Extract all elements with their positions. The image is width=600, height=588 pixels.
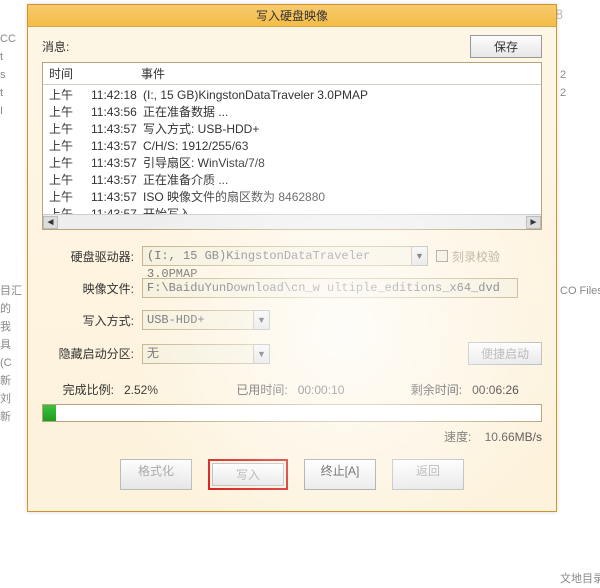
percent-label: 完成比例: [42, 381, 114, 398]
log-header-event: 事件 [141, 65, 165, 82]
method-row: 写入方式: USB-HDD+ ▼ [42, 310, 542, 330]
drive-row: 硬盘驱动器: (I:, 15 GB)KingstonDataTraveler 3… [42, 246, 542, 266]
scroll-track[interactable] [58, 216, 526, 229]
progress-info-row: 完成比例: 2.52% 已用时间: 00:00:10 剩余时间: 00:06:2… [42, 381, 542, 398]
verify-label: 刻录校验 [452, 248, 500, 265]
hidden-value: 无 [142, 344, 254, 364]
background-left-text: CC t s t I 目汇 的 我 具 (C 新 刘 新 [0, 30, 25, 426]
image-value: F:\BaiduYunDownload\cn_w ultiple_edition… [142, 278, 518, 298]
speed-value: 10.66MB/s [485, 430, 542, 444]
hidden-row: 隐藏启动分区: 无 ▼ 便捷启动 [42, 342, 542, 365]
save-button[interactable]: 保存 [470, 35, 542, 58]
elapsed-label: 已用时间: [236, 381, 287, 398]
verify-checkbox[interactable] [436, 250, 448, 262]
log-row: 上午11:43:57写入方式: USB-HDD+ [49, 121, 541, 138]
message-label: 消息: [42, 38, 69, 55]
progress-bar [42, 404, 542, 422]
log-row: 上午11:43:56正在准备数据 ... [49, 104, 541, 121]
remain-label: 剩余时间: [411, 381, 462, 398]
horizontal-scrollbar[interactable]: ◄ ► [43, 214, 541, 229]
drive-value: (I:, 15 GB)KingstonDataTraveler 3.0PMAP [142, 246, 412, 266]
log-header-time: 时间 [49, 65, 141, 82]
percent-value: 2.52% [124, 383, 170, 397]
write-disk-image-dialog: 写入硬盘映像 消息: 保存 时间 事件 上午11:42:18(I:, 15 GB… [27, 4, 557, 512]
scroll-left-arrow[interactable]: ◄ [43, 216, 58, 229]
log-rows: 上午11:42:18(I:, 15 GB)KingstonDataTravele… [43, 85, 541, 225]
log-row: 上午11:43:57ISO 映像文件的扇区数为 8462880 [49, 189, 541, 206]
method-value: USB-HDD+ [142, 310, 254, 330]
log-row: 上午11:43:57引导扇区: WinVista/7/8 [49, 155, 541, 172]
progress-fill [43, 405, 56, 421]
chevron-down-icon[interactable]: ▼ [412, 246, 428, 266]
log-row: 上午11:42:18(I:, 15 GB)KingstonDataTravele… [49, 87, 541, 104]
format-button[interactable]: 格式化 [120, 459, 192, 490]
method-combo[interactable]: USB-HDD+ ▼ [142, 310, 270, 330]
drive-combo[interactable]: (I:, 15 GB)KingstonDataTraveler 3.0PMAP … [142, 246, 428, 266]
back-button[interactable]: 返回 [392, 459, 464, 490]
write-button[interactable]: 写入 [212, 463, 284, 486]
method-label: 写入方式: [42, 312, 142, 329]
speed-row: 速度: 10.66MB/s [42, 428, 542, 445]
log-list: 时间 事件 上午11:42:18(I:, 15 GB)KingstonDataT… [42, 62, 542, 230]
log-row: 上午11:43:57正在准备介质 ... [49, 172, 541, 189]
hidden-combo[interactable]: 无 ▼ [142, 344, 270, 364]
write-button-highlight: 写入 [208, 459, 288, 490]
message-row: 消息: 保存 [42, 35, 542, 58]
drive-label: 硬盘驱动器: [42, 248, 142, 265]
elapsed-value: 00:00:10 [298, 383, 345, 397]
scroll-right-arrow[interactable]: ► [526, 216, 541, 229]
speed-label: 速度: [444, 430, 471, 444]
chevron-down-icon[interactable]: ▼ [254, 310, 270, 330]
image-label: 映像文件: [42, 280, 142, 297]
log-row: 上午11:43:57C/H/S: 1912/255/63 [49, 138, 541, 155]
image-row: 映像文件: F:\BaiduYunDownload\cn_w ultiple_e… [42, 278, 542, 298]
remain-value: 00:06:26 [472, 383, 519, 397]
log-header: 时间 事件 [43, 63, 541, 85]
dialog-title: 写入硬盘映像 [28, 5, 556, 27]
quickboot-button[interactable]: 便捷启动 [468, 342, 542, 365]
chevron-down-icon[interactable]: ▼ [254, 344, 270, 364]
abort-button[interactable]: 终止[A] [304, 459, 376, 490]
hidden-label: 隐藏启动分区: [42, 345, 142, 362]
background-right-text: 2 2 CO Files) 文地目录 [560, 30, 600, 588]
footer-buttons: 格式化 写入 终止[A] 返回 [42, 455, 542, 492]
dialog-body: 消息: 保存 时间 事件 上午11:42:18(I:, 15 GB)Kingst… [28, 27, 556, 511]
